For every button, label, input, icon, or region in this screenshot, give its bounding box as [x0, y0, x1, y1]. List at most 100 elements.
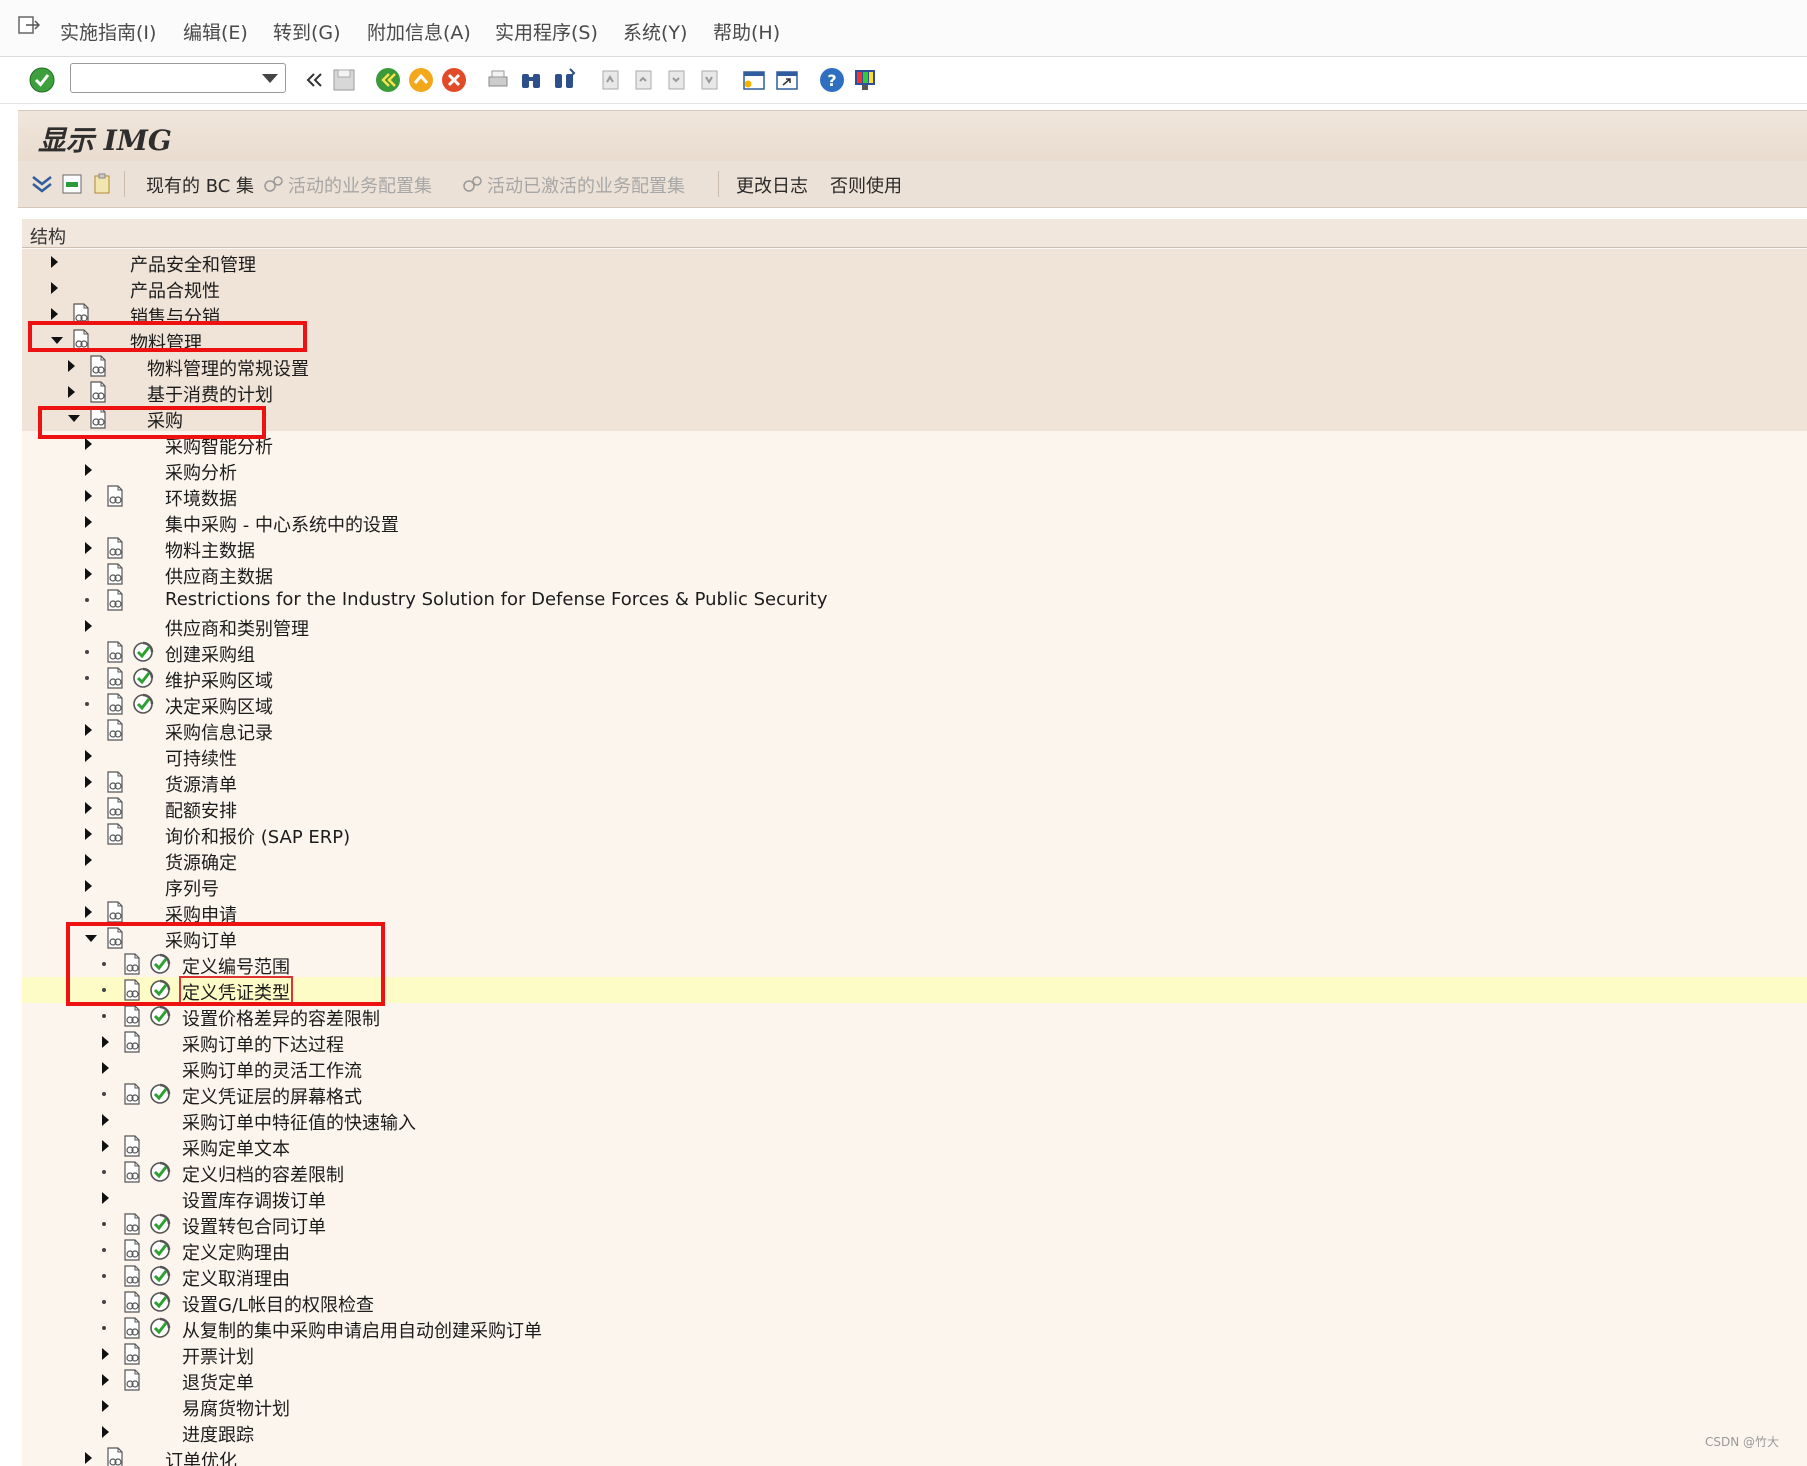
menu-system[interactable]: 系统(Y)	[623, 18, 687, 45]
tree-node-label[interactable]: 进度跟踪	[182, 1421, 254, 1447]
execute-activity-icon[interactable]	[131, 640, 155, 664]
double-chevron-left-icon[interactable]	[300, 66, 328, 94]
menu-utilities[interactable]: 实用程序(S)	[495, 18, 598, 45]
documentation-icon[interactable]	[122, 1083, 142, 1105]
expand-node-icon[interactable]	[85, 854, 92, 866]
tree-node-label[interactable]: 采购定单文本	[182, 1135, 290, 1161]
expand-node-icon[interactable]	[102, 1114, 109, 1126]
documentation-icon[interactable]	[122, 1005, 142, 1027]
save-icon[interactable]	[330, 66, 358, 94]
tree-node[interactable]: 采购信息记录	[22, 717, 1807, 744]
menu-edit[interactable]: 编辑(E)	[183, 18, 248, 45]
tree-node-label[interactable]: 维护采购区域	[165, 667, 273, 693]
execute-activity-icon[interactable]	[148, 1004, 172, 1028]
execute-activity-icon[interactable]	[148, 1238, 172, 1262]
tree-node[interactable]: 设置转包合同订单	[22, 1211, 1807, 1239]
tree-node[interactable]: 采购分析	[22, 457, 1807, 485]
documentation-icon[interactable]	[122, 1369, 142, 1391]
documentation-icon[interactable]	[105, 563, 125, 585]
find-icon[interactable]	[517, 66, 545, 94]
tree-node-label[interactable]: 供应商主数据	[165, 563, 273, 589]
tree-node[interactable]: 货源确定	[22, 847, 1807, 875]
tree-node-label[interactable]: 创建采购组	[165, 641, 255, 667]
documentation-icon[interactable]	[122, 1291, 142, 1313]
tree-node-label[interactable]: 环境数据	[165, 485, 237, 511]
back-icon[interactable]	[374, 66, 402, 94]
tree-node-label[interactable]: 基于消费的计划	[147, 381, 273, 407]
tree-node[interactable]: 可持续性	[22, 743, 1807, 770]
tree-node-label[interactable]: 采购订单中特征值的快速输入	[182, 1109, 416, 1135]
documentation-icon[interactable]	[105, 485, 125, 507]
documentation-icon[interactable]	[122, 1239, 142, 1261]
tree-node[interactable]: 设置价格差异的容差限制	[22, 1003, 1807, 1030]
documentation-icon[interactable]	[88, 381, 108, 403]
documentation-icon[interactable]	[105, 719, 125, 741]
tree-node-label[interactable]: 采购订单的灵活工作流	[182, 1057, 362, 1083]
documentation-icon[interactable]	[105, 901, 125, 923]
expand-node-icon[interactable]	[102, 1140, 109, 1152]
documentation-icon[interactable]	[105, 537, 125, 559]
tree-node[interactable]: 采购订单的下达过程	[22, 1029, 1807, 1056]
tree-node[interactable]: 产品安全和管理	[22, 249, 1807, 276]
tree-node[interactable]: 采购	[22, 405, 1807, 432]
expand-node-icon[interactable]	[51, 308, 58, 320]
tree-node-label[interactable]: 货源确定	[165, 849, 237, 875]
tree-node[interactable]: 采购智能分析	[22, 431, 1807, 458]
expand-node-icon[interactable]	[68, 360, 75, 372]
tree-node-label[interactable]: 设置转包合同订单	[182, 1213, 326, 1239]
expand-node-icon[interactable]	[85, 828, 92, 840]
menu-goto[interactable]: 转到(G)	[273, 18, 341, 45]
documentation-icon[interactable]	[105, 1447, 125, 1466]
tree-node[interactable]: 定义取消理由	[22, 1263, 1807, 1290]
documentation-icon[interactable]	[105, 589, 125, 611]
cancel-icon[interactable]	[440, 66, 468, 94]
shortcut-icon[interactable]	[773, 66, 801, 94]
tree-node-label[interactable]: 物料主数据	[165, 537, 255, 563]
expand-node-icon[interactable]	[85, 802, 92, 814]
execute-activity-icon[interactable]	[148, 1290, 172, 1314]
tree-node-label[interactable]: 订单优化	[165, 1447, 237, 1466]
expand-node-icon[interactable]	[102, 1348, 109, 1360]
execute-activity-icon[interactable]	[148, 1082, 172, 1106]
tree-node-label[interactable]: 定义定购理由	[182, 1239, 290, 1265]
documentation-icon[interactable]	[105, 693, 125, 715]
expand-node-icon[interactable]	[102, 1400, 109, 1412]
expand-subtree-icon[interactable]	[30, 173, 54, 195]
tree-node[interactable]: 供应商主数据	[22, 561, 1807, 589]
expand-node-icon[interactable]	[85, 542, 92, 554]
tree-node-label[interactable]: 设置库存调拨订单	[182, 1187, 326, 1213]
help-icon[interactable]: ?	[818, 66, 846, 94]
expand-node-icon[interactable]	[102, 1426, 109, 1438]
expand-node-icon[interactable]	[85, 620, 92, 632]
expand-node-icon[interactable]	[85, 906, 92, 918]
tree-node[interactable]: Restrictions for the Industry Solution f…	[22, 587, 1807, 613]
expand-node-icon[interactable]	[85, 1452, 92, 1464]
bc-sets-button[interactable]: 现有的 BC 集	[146, 172, 254, 198]
menu-implementation-guide[interactable]: 实施指南(I)	[60, 18, 156, 45]
tree-node-label[interactable]: 询价和报价 (SAP ERP)	[165, 823, 350, 849]
find-next-icon[interactable]	[550, 66, 578, 94]
expand-node-icon[interactable]	[102, 1192, 109, 1204]
expand-node-icon[interactable]	[85, 516, 92, 528]
documentation-icon[interactable]	[122, 1265, 142, 1287]
documentation-icon[interactable]	[105, 641, 125, 663]
chevron-down-icon[interactable]	[262, 74, 278, 83]
tree-node-label[interactable]: 集中采购 - 中心系统中的设置	[165, 511, 399, 537]
tree-node[interactable]: 定义归档的容差限制	[22, 1159, 1807, 1186]
tree-node[interactable]: 供应商和类别管理	[22, 613, 1807, 640]
tree-node[interactable]: 基于消费的计划	[22, 379, 1807, 407]
execute-activity-icon[interactable]	[148, 1160, 172, 1184]
position-cursor-icon[interactable]	[60, 172, 84, 196]
tree-node-label[interactable]: 采购分析	[165, 459, 237, 485]
expand-node-icon[interactable]	[85, 490, 92, 502]
tree-node[interactable]: 环境数据	[22, 483, 1807, 511]
tree-node[interactable]: 采购订单的灵活工作流	[22, 1055, 1807, 1083]
execute-activity-icon[interactable]	[148, 1316, 172, 1340]
expand-node-icon[interactable]	[85, 880, 92, 892]
documentation-icon[interactable]	[105, 771, 125, 793]
expand-node-icon[interactable]	[85, 568, 92, 580]
tree-node[interactable]: 退货定单	[22, 1367, 1807, 1394]
menu-help[interactable]: 帮助(H)	[713, 18, 780, 45]
otherwise-use-button[interactable]: 否则使用	[830, 172, 902, 198]
exit-up-icon[interactable]	[407, 66, 435, 94]
